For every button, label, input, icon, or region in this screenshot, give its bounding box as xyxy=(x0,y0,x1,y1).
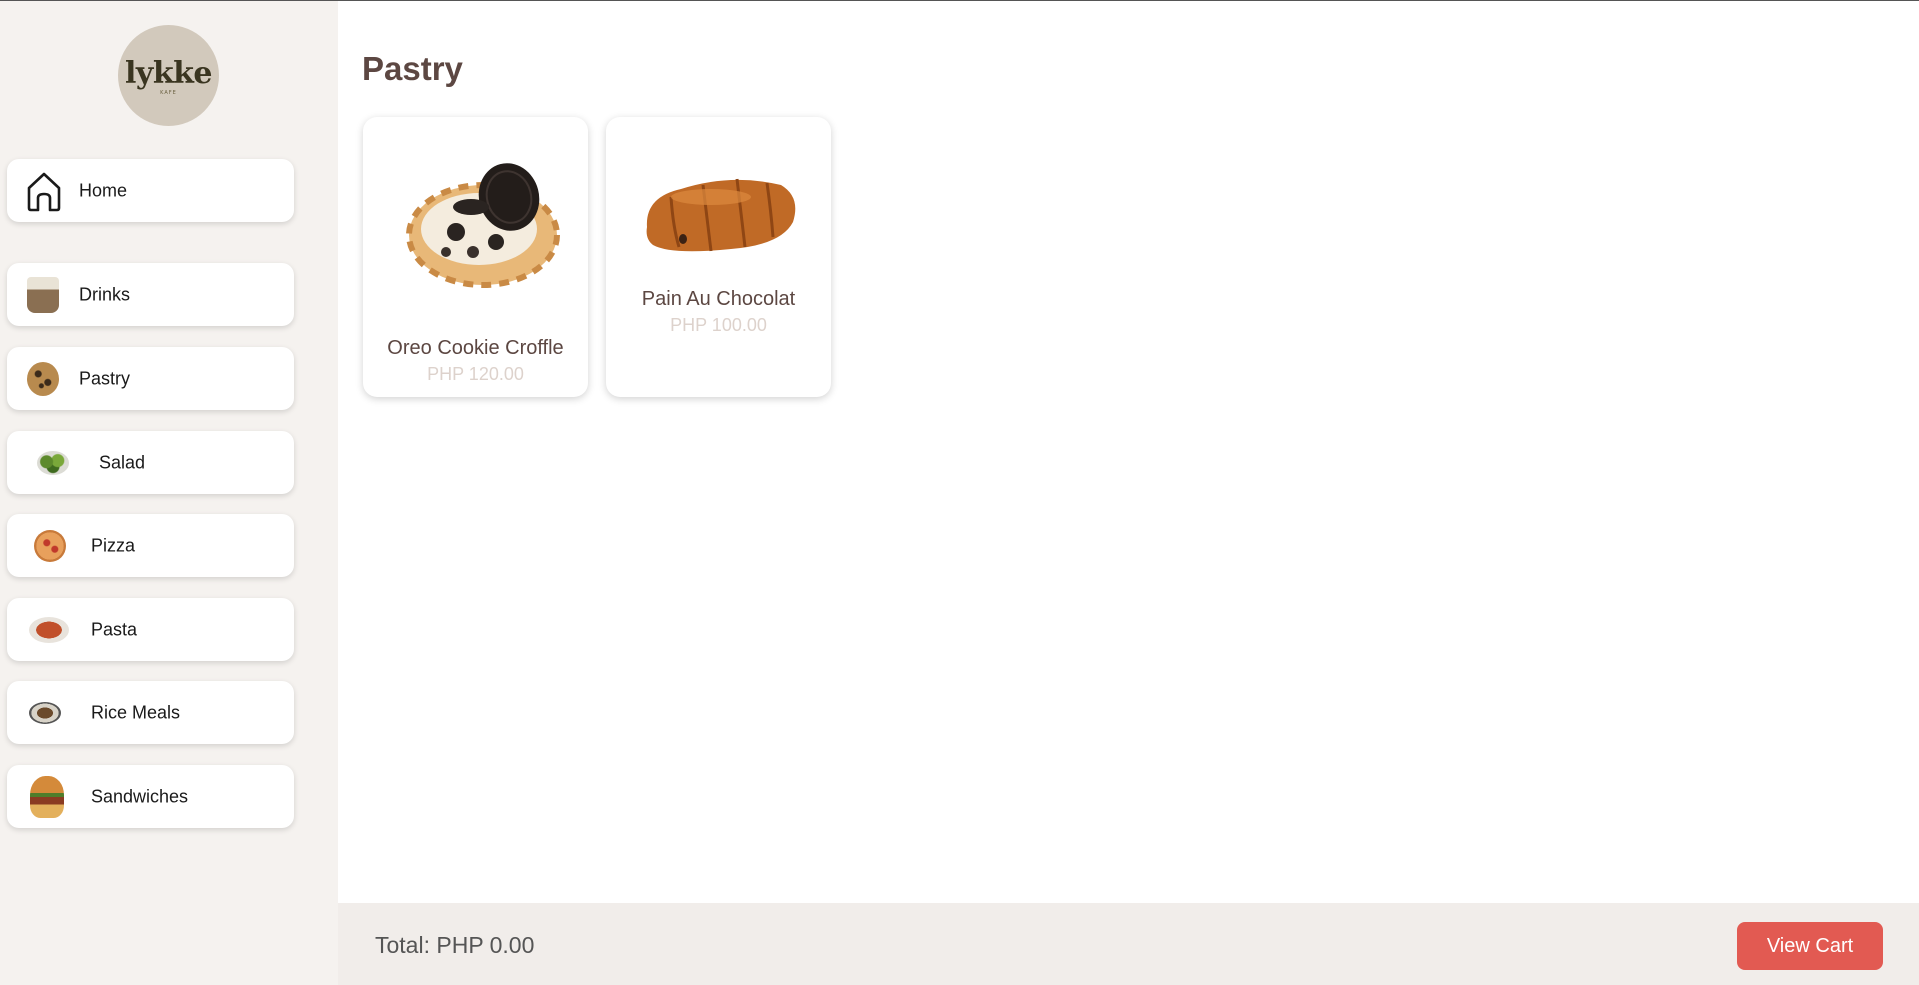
sidebar-item-label: Drinks xyxy=(79,284,131,304)
sidebar-item-label: Home xyxy=(79,180,128,200)
drinks-thumbnail-icon xyxy=(27,276,59,313)
sidebar-item-label: Rice Meals xyxy=(91,702,181,722)
cart-footer xyxy=(338,903,1919,985)
sidebar-item-pasta[interactable]: Pasta xyxy=(7,598,294,661)
product-price: PHP 100.00 xyxy=(670,315,767,335)
sidebar-item-label: Pizza xyxy=(91,535,136,555)
salad-thumbnail-icon xyxy=(37,450,69,475)
product-card-pain-au-chocolat[interactable]: Pain Au Chocolat PHP 100.00 xyxy=(606,117,831,397)
sidebar: lykke KAFE Home Drinks Pastry Salad Pizz… xyxy=(0,0,338,985)
page-title: Pastry xyxy=(362,50,463,87)
logo-text: lykke xyxy=(125,56,213,91)
sidebar-item-sandwiches[interactable]: Sandwiches xyxy=(7,765,294,828)
sidebar-item-home[interactable]: Home xyxy=(7,159,294,222)
brand-logo[interactable]: lykke KAFE xyxy=(118,25,219,126)
oreo-croffle-image xyxy=(406,163,560,288)
sidebar-item-salad[interactable]: Salad xyxy=(7,431,294,494)
sidebar-item-drinks[interactable]: Drinks xyxy=(7,263,294,326)
sidebar-item-label: Pastry xyxy=(79,368,131,388)
product-name: Oreo Cookie Croffle xyxy=(387,337,564,359)
product-card-oreo-cookie-croffle[interactable]: Oreo Cookie Croffle PHP 120.00 xyxy=(363,117,588,397)
pizza-thumbnail-icon xyxy=(34,529,66,562)
view-cart-button[interactable]: View Cart xyxy=(1737,922,1883,970)
sidebar-item-rice-meals[interactable]: Rice Meals xyxy=(7,681,294,744)
pain-au-chocolat-image xyxy=(646,178,796,252)
sidebar-item-pizza[interactable]: Pizza xyxy=(7,514,294,577)
cart-total: Total: PHP 0.00 xyxy=(375,932,535,958)
pasta-thumbnail-icon xyxy=(29,616,69,643)
rice-meals-thumbnail-icon xyxy=(29,701,61,724)
sidebar-item-label: Pasta xyxy=(91,619,138,639)
pastry-thumbnail-icon xyxy=(27,361,59,396)
sidebar-item-pastry[interactable]: Pastry xyxy=(7,347,294,410)
sidebar-item-label: Salad xyxy=(99,452,146,472)
logo-subtext: KAFE xyxy=(160,90,177,96)
sandwich-thumbnail-icon xyxy=(30,775,64,818)
product-name: Pain Au Chocolat xyxy=(641,288,796,310)
product-price: PHP 120.00 xyxy=(427,364,524,384)
top-border xyxy=(0,0,1919,1)
home-icon xyxy=(25,170,63,212)
sidebar-item-label: Sandwiches xyxy=(91,786,189,806)
app: lykke KAFE Home Drinks Pastry Salad Pizz… xyxy=(0,0,1919,985)
